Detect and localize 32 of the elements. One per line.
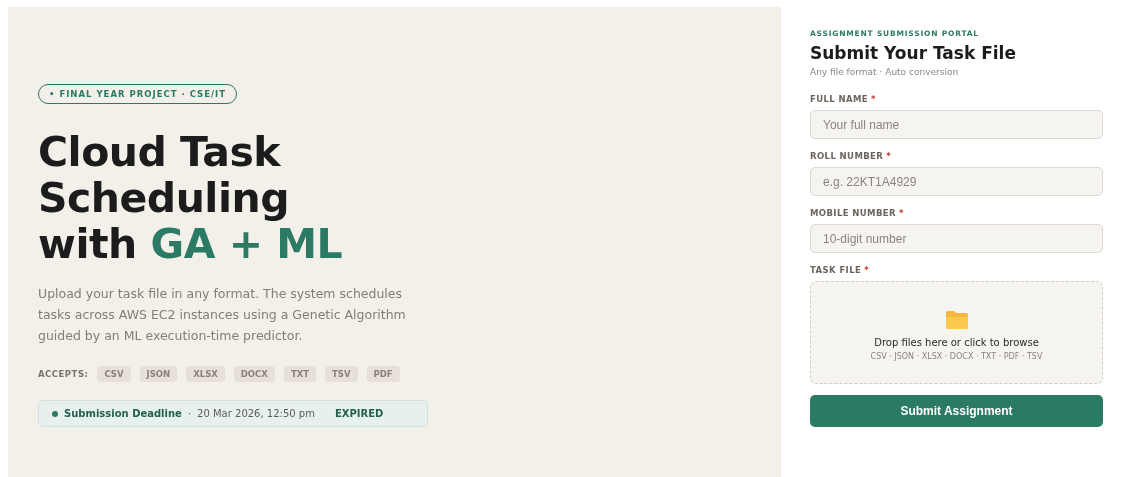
deadline-date: 20 Mar 2026, 12:50 pm — [197, 408, 315, 419]
format-tag: DOCX — [233, 366, 275, 382]
required-mark: * — [899, 208, 904, 218]
required-mark: * — [886, 151, 892, 161]
format-tag: PDF — [366, 366, 400, 382]
input-field[interactable]: 10-digit number — [810, 224, 1103, 253]
accepts-label: ACCEPTS: — [38, 369, 89, 379]
required-mark: * — [864, 265, 870, 275]
format-tag: CSV — [97, 366, 131, 382]
field-label: TASK FILE — [810, 265, 862, 275]
form-title: Submit Your Task File — [810, 43, 1017, 63]
submit-button[interactable]: Submit Assignment — [810, 395, 1103, 427]
folder-icon — [944, 310, 969, 329]
format-tag: JSON — [139, 366, 178, 382]
field-label: ROLL NUMBER — [810, 151, 884, 161]
form-subtitle: Any file format · Auto conversion — [810, 67, 960, 77]
accepted-formats: CSV · JSON · XLSX · DOCX · TXT · PDF · TSV — [870, 352, 1043, 361]
deadline-status: EXPIRED — [334, 408, 384, 419]
field-label: FULL NAME — [810, 94, 869, 104]
page-title: Cloud Task Scheduling with GA + ML — [38, 129, 344, 267]
format-tag: TXT — [283, 366, 317, 382]
format-tag: TSV — [325, 366, 358, 382]
input-field[interactable]: e.g. 22KT1A4929 — [810, 167, 1103, 196]
format-tag: XLSX — [186, 366, 225, 382]
description: Upload your task file in any format. The system schedules tasks across AWS EC2 instances using a Genetic Algorithm guided by an ML execution-time predictor. — [38, 285, 407, 345]
drop-prompt: Drop files here or click to browse — [874, 337, 1039, 348]
separator: · — [187, 408, 192, 419]
input-field[interactable]: Your full name — [810, 110, 1103, 139]
required-mark: * — [871, 94, 876, 104]
deadline-label: Submission Deadline — [64, 408, 182, 419]
field-label: MOBILE NUMBER — [810, 208, 896, 218]
file-drop-zone[interactable]: Drop files here or click to browse CSV · JSON · XLSX · DOCX · TXT · PDF · TSV — [810, 281, 1103, 384]
